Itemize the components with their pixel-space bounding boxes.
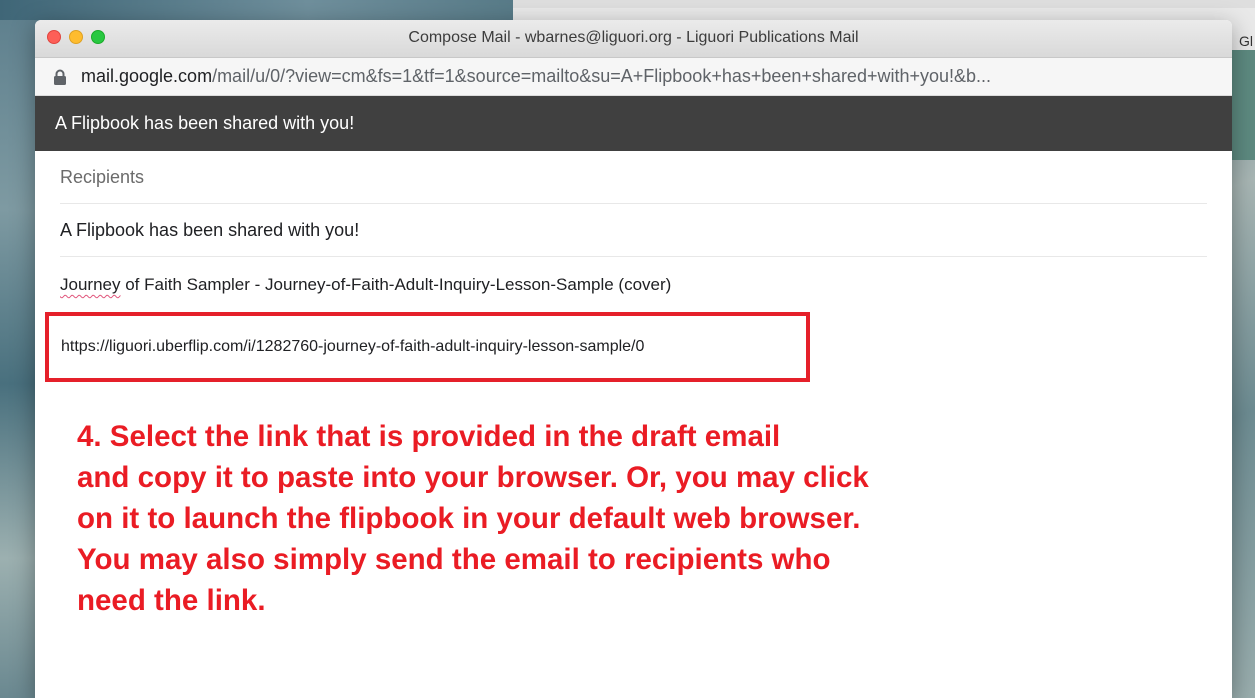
- desktop-background: [0, 0, 40, 698]
- highlighted-link-box: https://liguori.uberflip.com/i/1282760-j…: [45, 312, 810, 382]
- url-path: /mail/u/0/?view=cm&fs=1&tf=1&source=mail…: [212, 66, 992, 86]
- subject-text: A Flipbook has been shared with you!: [60, 219, 360, 240]
- misspelled-word: Journey: [60, 275, 121, 294]
- flipbook-link[interactable]: https://liguori.uberflip.com/i/1282760-j…: [61, 338, 644, 356]
- subject-field[interactable]: A Flipbook has been shared with you!: [60, 204, 1207, 257]
- compose-header-title: A Flipbook has been shared with you!: [55, 113, 355, 133]
- compose-body: Recipients A Flipbook has been shared wi…: [35, 151, 1232, 295]
- address-bar[interactable]: mail.google.com/mail/u/0/?view=cm&fs=1&t…: [35, 58, 1232, 96]
- message-body-line[interactable]: Journey of Faith Sampler - Journey-of-Fa…: [60, 275, 1207, 295]
- window-titlebar[interactable]: Compose Mail - wbarnes@liguori.org - Lig…: [35, 20, 1232, 58]
- instruction-annotation: 4. Select the link that is provided in t…: [77, 420, 869, 617]
- message-body-text: of Faith Sampler - Journey-of-Faith-Adul…: [120, 275, 672, 294]
- recipients-field[interactable]: Recipients: [60, 151, 1207, 204]
- recipients-placeholder: Recipients: [60, 166, 145, 187]
- compose-header: A Flipbook has been shared with you!: [35, 96, 1232, 151]
- desktop-background-top: [0, 0, 513, 20]
- window-title: Compose Mail - wbarnes@liguori.org - Lig…: [408, 29, 859, 46]
- compose-mail-window: Compose Mail - wbarnes@liguori.org - Lig…: [35, 20, 1232, 698]
- background-browser-tabstrip: [513, 0, 1255, 8]
- lock-icon: [53, 69, 67, 85]
- url-host: mail.google.com: [81, 66, 213, 86]
- background-browser-content: [1232, 50, 1255, 160]
- background-browser-partial-text: Gl: [1239, 33, 1253, 49]
